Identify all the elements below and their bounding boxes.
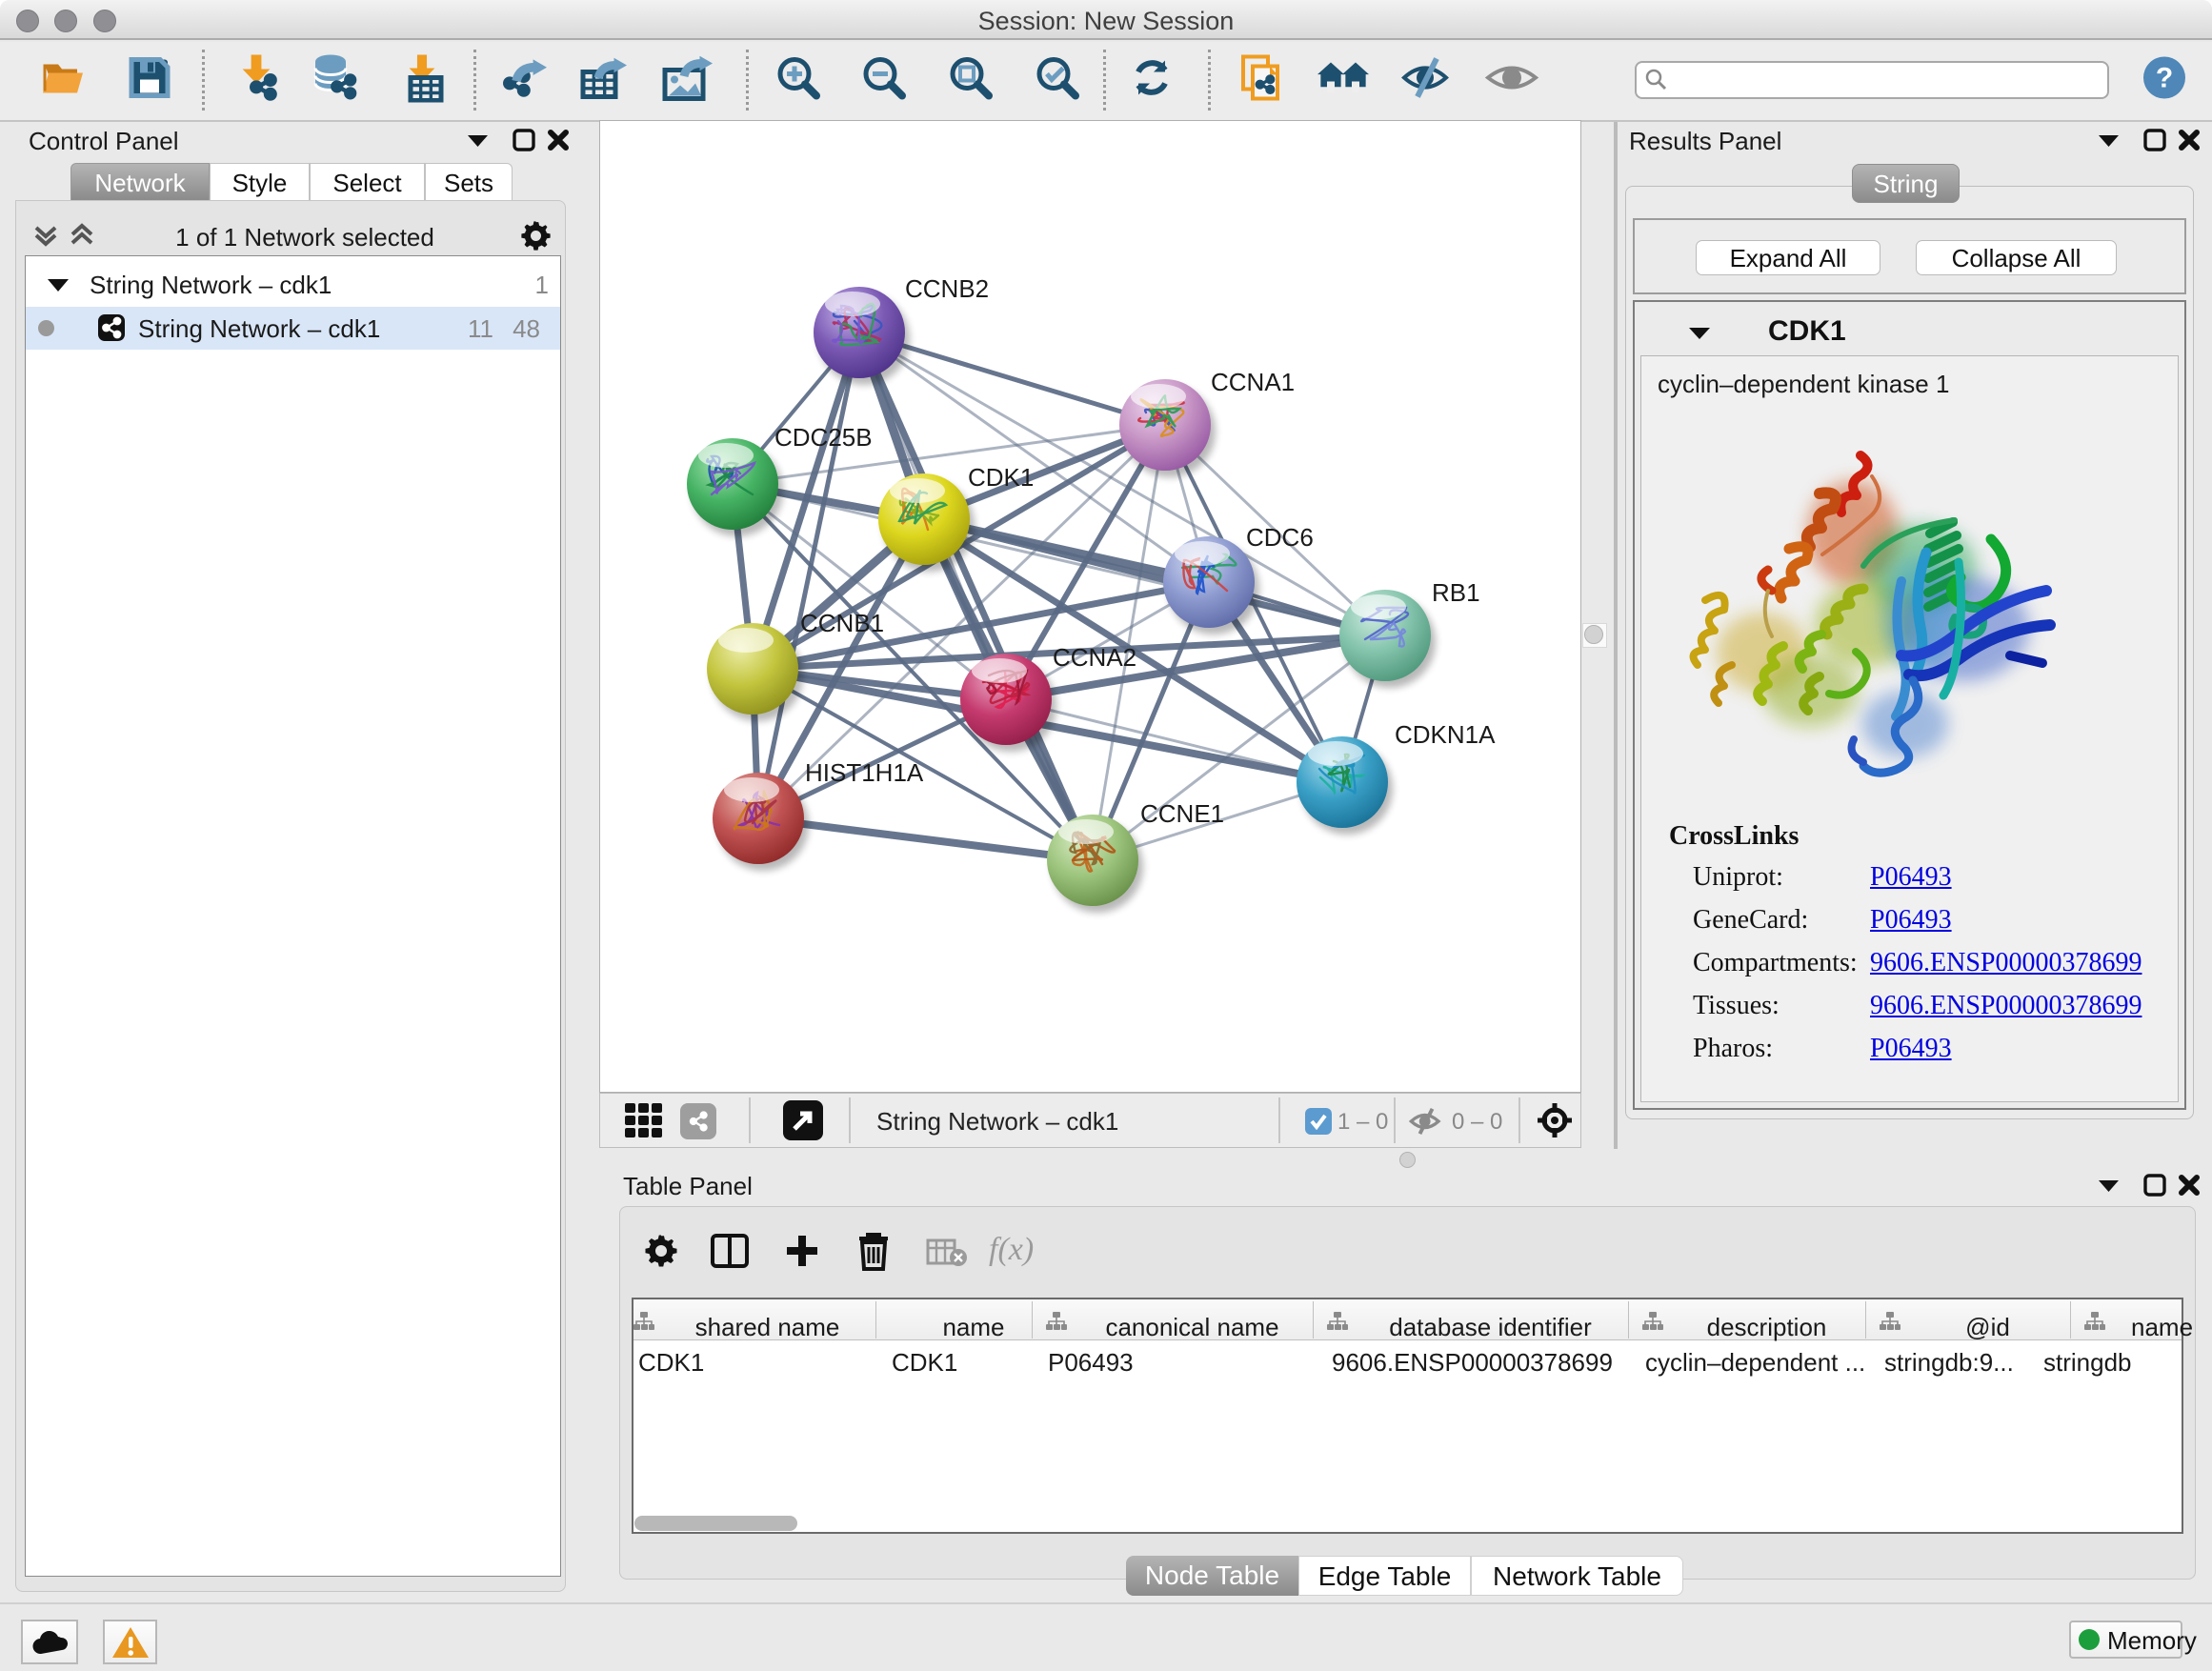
svg-text:CDK1: CDK1 — [968, 463, 1034, 492]
svg-text:CCNB1: CCNB1 — [800, 609, 884, 637]
svg-text:CCNA1: CCNA1 — [1211, 368, 1295, 396]
svg-text:CCNE1: CCNE1 — [1140, 799, 1224, 828]
svg-text:CDC6: CDC6 — [1246, 523, 1314, 552]
svg-text:HIST1H1A: HIST1H1A — [805, 758, 924, 787]
svg-text:CDC25B: CDC25B — [774, 423, 873, 452]
svg-text:RB1: RB1 — [1432, 578, 1480, 607]
svg-text:?: ? — [2156, 63, 2173, 94]
svg-text:CCNB2: CCNB2 — [905, 274, 989, 303]
svg-text:CDKN1A: CDKN1A — [1395, 720, 1496, 749]
svg-text:CCNA2: CCNA2 — [1053, 643, 1136, 672]
